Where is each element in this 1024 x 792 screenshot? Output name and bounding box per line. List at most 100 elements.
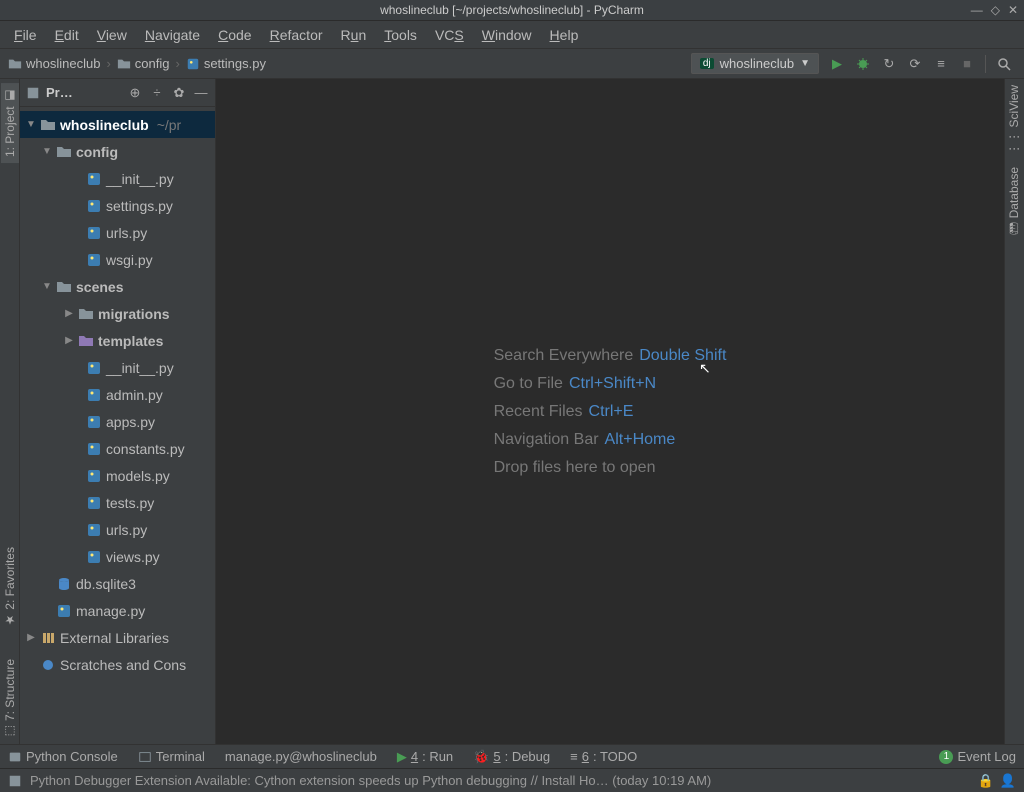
menu-view[interactable]: View <box>89 25 135 45</box>
menu-code[interactable]: Code <box>210 25 259 45</box>
tab-terminal[interactable]: Terminal <box>138 749 205 764</box>
tab-database[interactable]: 🛢 Database <box>1005 161 1023 243</box>
status-message: Python Debugger Extension Available: Cyt… <box>30 773 711 788</box>
tab-run[interactable]: ▶ 4: Run <box>397 749 453 765</box>
tab-structure[interactable]: ⬚ 7: Structure <box>1 653 19 744</box>
breadcrumb-file[interactable]: settings.py <box>186 56 266 71</box>
menu-refactor[interactable]: Refactor <box>262 25 331 45</box>
window-title: whoslineclub [~/projects/whoslineclub] -… <box>380 3 644 17</box>
tree-root[interactable]: ▼ whoslineclub ~/pr <box>20 111 215 138</box>
python-file-icon <box>86 549 102 565</box>
chevron-right-icon: ▶ <box>64 335 74 346</box>
tree-file[interactable]: tests.py <box>20 489 215 516</box>
status-bar: Python Debugger Extension Available: Cyt… <box>0 768 1024 792</box>
tree-file-manage[interactable]: manage.py <box>20 597 215 624</box>
run-config-selector[interactable]: dj whoslineclub ▼ <box>691 53 819 74</box>
tree-file-db[interactable]: db.sqlite3 <box>20 570 215 597</box>
tree-label: migrations <box>98 306 170 322</box>
welcome-recent: Recent FilesCtrl+E <box>494 403 727 421</box>
tab-python-console[interactable]: Python Console <box>8 749 118 764</box>
window-minimize-icon[interactable]: — <box>971 3 983 17</box>
locate-icon[interactable]: ⊕ <box>127 85 143 101</box>
tree-folder-migrations[interactable]: ▶migrations <box>20 300 215 327</box>
tree-file[interactable]: admin.py <box>20 381 215 408</box>
tab-sciview[interactable]: ⋮⋮ SciView <box>1005 79 1023 161</box>
menu-navigate[interactable]: Navigate <box>137 25 208 45</box>
tab-todo[interactable]: ≡ 6: TODO <box>570 749 637 764</box>
chevron-down-icon: ▼ <box>42 281 52 292</box>
breadcrumb-root[interactable]: whoslineclub <box>8 56 100 71</box>
tab-event-log[interactable]: 1 Event Log <box>939 749 1016 764</box>
python-file-icon <box>86 495 102 511</box>
tab-debug[interactable]: 🐞 5: Debug <box>473 749 550 765</box>
debug-icon[interactable] <box>855 56 871 72</box>
tree-file[interactable]: settings.py <box>20 192 215 219</box>
search-icon[interactable] <box>996 56 1012 72</box>
welcome-search: Search EverywhereDouble Shift <box>494 347 727 365</box>
tree-folder-templates[interactable]: ▶templates <box>20 327 215 354</box>
tree-external-libs[interactable]: ▶External Libraries <box>20 624 215 651</box>
chevron-down-icon: ▼ <box>26 119 36 130</box>
folder-icon <box>40 117 56 133</box>
stop-icon[interactable]: ■ <box>959 56 975 72</box>
lock-icon[interactable]: 🔒 <box>978 773 994 789</box>
tree-file[interactable]: urls.py <box>20 219 215 246</box>
window-maximize-icon[interactable]: ◇ <box>991 3 1000 17</box>
library-icon <box>40 630 56 646</box>
tasks-icon[interactable]: ≡ <box>933 56 949 72</box>
tree-file[interactable]: __init__.py <box>20 165 215 192</box>
status-hector-icon[interactable]: 👤 <box>1000 773 1016 789</box>
shortcut: Ctrl+Shift+N <box>569 375 656 392</box>
run-icon[interactable]: ▶ <box>829 56 845 72</box>
status-icon[interactable] <box>8 774 22 788</box>
menu-tools[interactable]: Tools <box>376 25 425 45</box>
window-titlebar: whoslineclub [~/projects/whoslineclub] -… <box>0 0 1024 21</box>
breadcrumb-config[interactable]: config <box>117 56 170 71</box>
settings-icon[interactable]: ✿ <box>171 85 187 101</box>
tree-folder-scenes[interactable]: ▼ scenes <box>20 273 215 300</box>
tree-label: tests.py <box>106 495 154 511</box>
tab-project[interactable]: 1: Project ◧ <box>1 83 19 163</box>
python-file-icon <box>86 468 102 484</box>
right-tool-tabs: ⋮⋮ SciView 🛢 Database <box>1004 79 1024 744</box>
python-file-icon <box>86 171 102 187</box>
tree-label: apps.py <box>106 414 155 430</box>
attach-icon[interactable]: ⟳ <box>907 56 923 72</box>
tree-label: config <box>76 144 118 160</box>
tree-file[interactable]: __init__.py <box>20 354 215 381</box>
python-file-icon <box>86 387 102 403</box>
hide-icon[interactable]: — <box>193 85 209 101</box>
expand-icon[interactable]: ÷ <box>149 85 165 101</box>
tree-file[interactable]: constants.py <box>20 435 215 462</box>
tree-label: admin.py <box>106 387 163 403</box>
tree-folder-config[interactable]: ▼ config <box>20 138 215 165</box>
tree-label: Scratches and Cons <box>60 657 186 673</box>
folder-icon <box>8 57 22 71</box>
breadcrumbs: whoslineclub › config › settings.py <box>0 56 266 71</box>
chevron-down-icon: ▼ <box>800 58 810 69</box>
tab-manage-py[interactable]: manage.py@whoslineclub <box>225 749 377 764</box>
folder-purple-icon <box>78 333 94 349</box>
tree-file[interactable]: views.py <box>20 543 215 570</box>
menu-vcs[interactable]: VCS <box>427 25 472 45</box>
tree-path: ~/pr <box>157 117 182 133</box>
terminal-icon <box>138 750 152 764</box>
menu-run[interactable]: Run <box>333 25 375 45</box>
rerun-icon[interactable]: ↻ <box>881 56 897 72</box>
tree-file[interactable]: wsgi.py <box>20 246 215 273</box>
menu-help[interactable]: Help <box>542 25 587 45</box>
tree-file[interactable]: apps.py <box>20 408 215 435</box>
navigation-bar: whoslineclub › config › settings.py dj w… <box>0 49 1024 79</box>
menu-window[interactable]: Window <box>474 25 540 45</box>
window-close-icon[interactable]: ✕ <box>1008 3 1018 17</box>
tree-label: whoslineclub <box>60 117 149 133</box>
tab-favorites[interactable]: ★ 2: Favorites <box>1 541 19 633</box>
breadcrumb-sep: › <box>106 56 110 71</box>
editor-empty-state[interactable]: Search EverywhereDouble Shift Go to File… <box>216 79 1004 744</box>
menu-edit[interactable]: Edit <box>47 25 87 45</box>
tree-file[interactable]: models.py <box>20 462 215 489</box>
tree-file[interactable]: urls.py <box>20 516 215 543</box>
tree-scratches[interactable]: Scratches and Cons <box>20 651 215 678</box>
folder-icon <box>117 57 131 71</box>
menu-file[interactable]: File <box>6 25 45 45</box>
